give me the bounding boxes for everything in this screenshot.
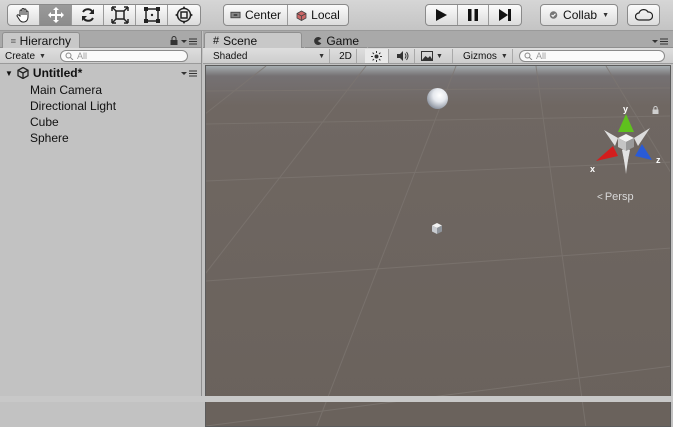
effects-dropdown[interactable]: ▼ <box>417 49 453 63</box>
chevron-down-icon: ▼ <box>436 52 443 60</box>
step-button[interactable] <box>489 5 521 25</box>
gizmo-lock-icon[interactable] <box>652 106 659 114</box>
hierarchy-item-main-camera[interactable]: Main Camera <box>30 82 102 98</box>
tab-game[interactable]: Game <box>304 32 368 48</box>
transform-tool-icon <box>175 6 193 24</box>
pivot-center-button[interactable]: Center <box>224 5 288 25</box>
pause-icon <box>468 9 478 21</box>
hierarchy-toolbar: Create ▼ All <box>0 48 201 64</box>
scene-toolbar: Shaded ▼ 2D ▼ Gizmos ▼ All <box>203 48 673 64</box>
scale-tool-button[interactable] <box>104 5 136 25</box>
expand-triangle-icon[interactable]: ▼ <box>5 69 13 78</box>
tab-hierarchy-label: Hierarchy <box>19 33 71 48</box>
sun-icon <box>371 50 382 62</box>
chevron-down-icon: ▼ <box>500 52 508 60</box>
sphere-object[interactable] <box>427 88 448 109</box>
search-icon <box>65 52 74 60</box>
pivot-center-icon <box>230 11 241 19</box>
list-icon <box>11 38 16 43</box>
pivot-local-button[interactable]: Local <box>288 5 348 25</box>
hierarchy-search-input[interactable]: All <box>60 50 188 62</box>
lock-icon[interactable] <box>170 36 178 45</box>
hierarchy-item-sphere[interactable]: Sphere <box>30 130 69 146</box>
scene-menu-icon[interactable] <box>181 70 197 77</box>
play-button[interactable] <box>426 5 458 25</box>
scale-tool-icon <box>110 6 129 24</box>
speaker-icon <box>396 51 408 61</box>
playback-controls <box>425 4 522 26</box>
cube-object[interactable] <box>431 222 443 235</box>
chevron-down-icon: ▼ <box>318 52 325 60</box>
toggle-2d-label: 2D <box>339 50 352 62</box>
hierarchy-panel: Hierarchy Create ▼ All ▼ Untitled* Main … <box>0 31 202 402</box>
scene-tabbar: # Scene Game <box>203 31 673 48</box>
unity-logo-icon <box>17 67 29 79</box>
hierarchy-search-placeholder: All <box>77 51 88 61</box>
lighting-toggle[interactable] <box>365 49 389 63</box>
hierarchy-tabbar: Hierarchy <box>0 31 201 48</box>
gizmos-label: Gizmos <box>463 50 497 62</box>
shading-mode-label: Shaded <box>213 50 248 62</box>
persp-chevron-icon: < <box>597 191 603 203</box>
panel-menu-icon[interactable] <box>181 38 197 45</box>
scene-panel: # Scene Game Shaded ▼ 2D ▼ Gizmos ▼ All … <box>203 31 673 427</box>
bottom-strip <box>0 396 673 402</box>
hierarchy-item-cube[interactable]: Cube <box>30 114 59 130</box>
hand-tool-button[interactable] <box>8 5 40 25</box>
scene-search-input[interactable]: All <box>519 50 665 62</box>
pause-button[interactable] <box>458 5 490 25</box>
step-icon <box>499 9 512 21</box>
main-toolbar: Center Local Collab ▼ <box>0 0 673 31</box>
collab-label: Collab <box>563 8 598 22</box>
create-label: Create <box>5 50 36 62</box>
collab-dropdown[interactable]: Collab ▼ <box>540 4 618 26</box>
axis-x-label: x <box>590 164 595 174</box>
transform-tool-button[interactable] <box>168 5 200 25</box>
move-tool-icon <box>47 7 64 23</box>
chevron-down-icon: ▼ <box>39 52 46 60</box>
local-cube-icon <box>296 10 307 21</box>
panel-menu-icon[interactable] <box>652 38 668 45</box>
pivot-toggle-group: Center Local <box>223 4 349 26</box>
rotate-tool-icon <box>81 8 94 22</box>
scene-name: Untitled* <box>32 66 83 80</box>
grid-icon: # <box>213 34 220 47</box>
play-icon <box>436 9 448 21</box>
scene-viewport[interactable]: y x z < Persp <box>205 65 671 427</box>
pivot-local-label: Local <box>311 8 340 22</box>
gizmos-dropdown[interactable]: Gizmos ▼ <box>459 49 513 63</box>
tab-game-label: Game <box>326 33 359 48</box>
rect-tool-button[interactable] <box>136 5 168 25</box>
axis-z-cone <box>635 144 652 160</box>
hand-tool-icon <box>16 8 28 23</box>
move-tool-button[interactable] <box>40 5 72 25</box>
persp-label: Persp <box>604 191 634 203</box>
chevron-down-icon: ▼ <box>602 11 609 19</box>
transform-tools <box>7 4 201 26</box>
scene-search-placeholder: All <box>536 51 547 61</box>
orientation-gizmo[interactable]: y x z <box>590 104 664 184</box>
pacman-icon <box>314 36 322 45</box>
create-dropdown[interactable]: Create ▼ <box>5 49 46 63</box>
image-icon <box>421 51 433 61</box>
axis-y-label: y <box>623 104 628 114</box>
rect-tool-icon <box>143 7 160 23</box>
hierarchy-item-directional-light[interactable]: Directional Light <box>30 98 116 114</box>
rotate-tool-button[interactable] <box>72 5 104 25</box>
cloud-icon <box>634 9 653 21</box>
axis-z-label: z <box>656 155 661 165</box>
collab-check-icon <box>549 11 558 19</box>
audio-toggle[interactable] <box>391 49 415 63</box>
persp-label-row[interactable]: < Persp <box>597 191 634 203</box>
toggle-2d-button[interactable]: 2D <box>335 49 357 63</box>
pivot-center-label: Center <box>244 8 281 22</box>
search-icon <box>524 52 533 60</box>
cloud-button[interactable] <box>627 4 660 26</box>
tab-scene[interactable]: # Scene <box>204 32 302 48</box>
axis-y-cone <box>618 114 634 132</box>
tab-hierarchy[interactable]: Hierarchy <box>2 32 80 48</box>
shading-mode-dropdown[interactable]: Shaded ▼ <box>209 49 330 63</box>
tab-scene-label: Scene <box>223 33 258 48</box>
scene-root-row[interactable]: ▼ Untitled* <box>0 65 200 81</box>
